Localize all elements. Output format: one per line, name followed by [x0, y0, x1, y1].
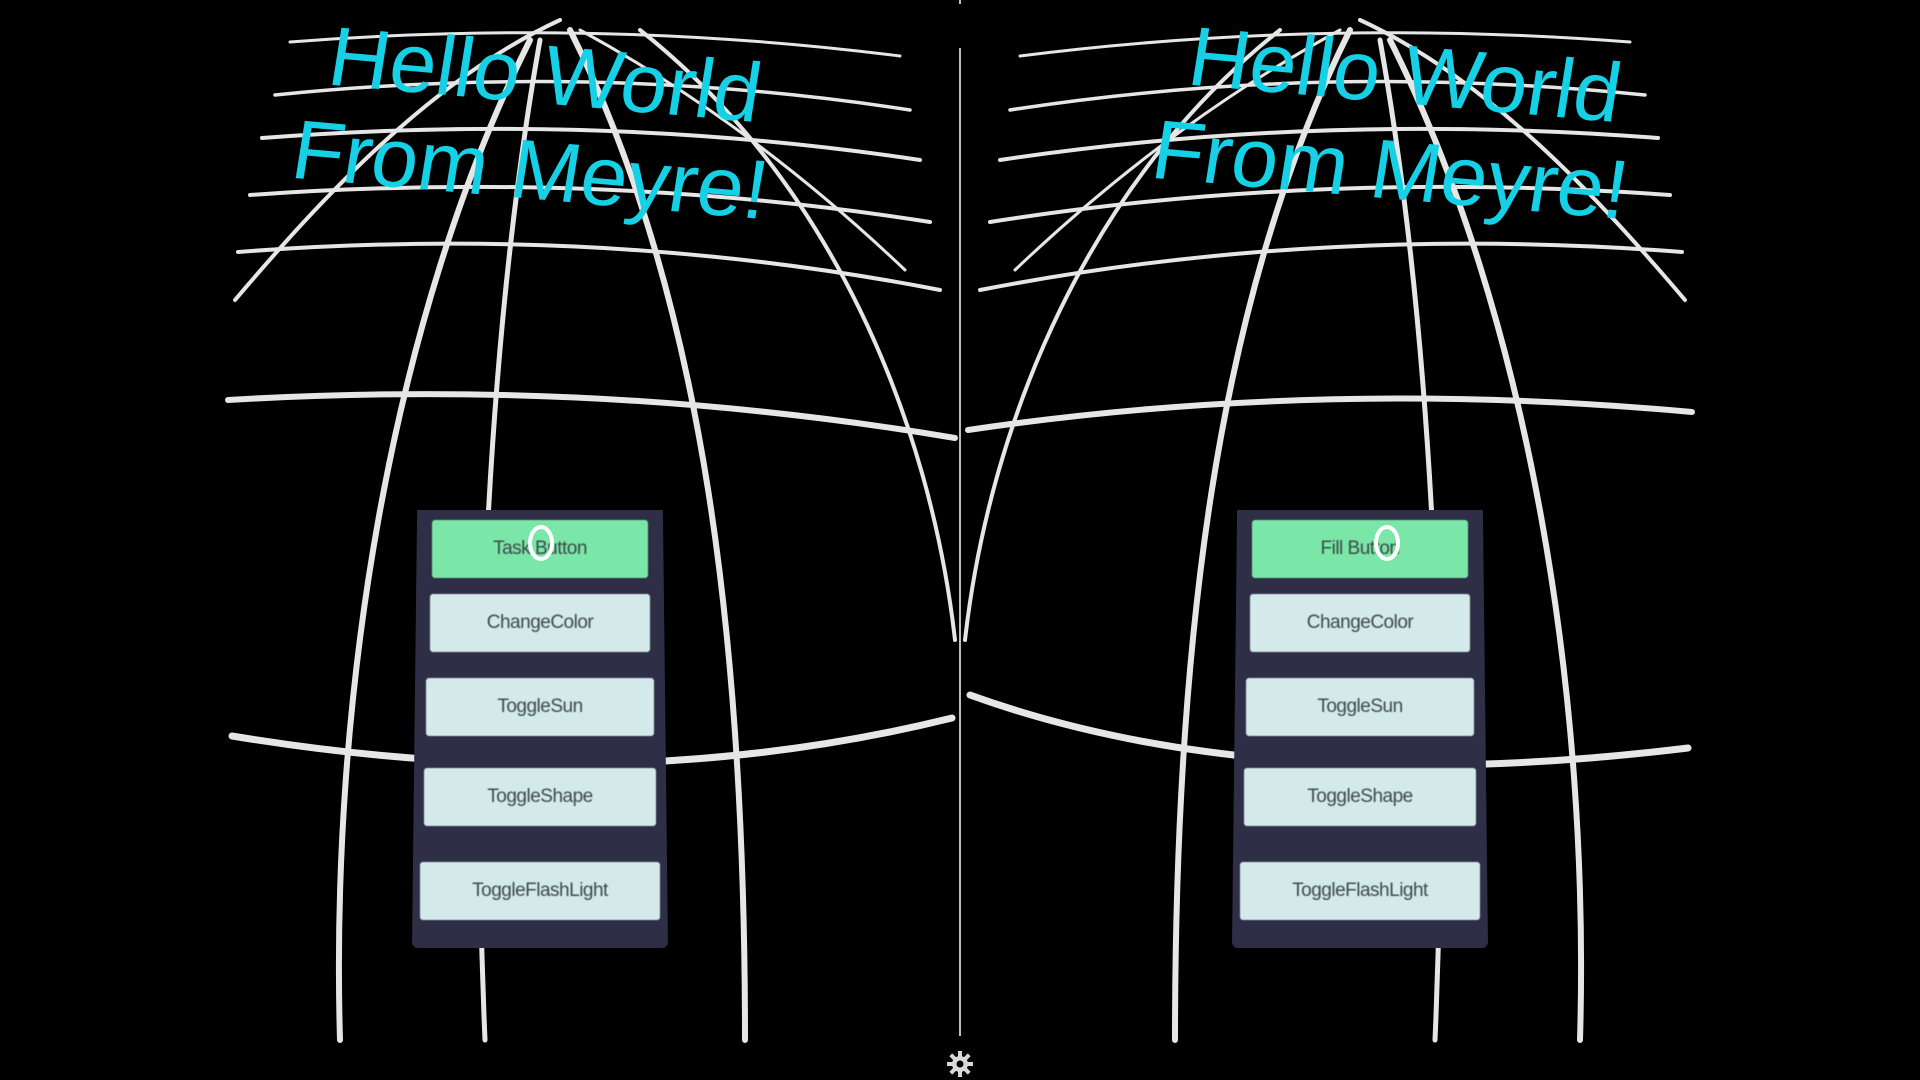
menu-panel: Fill Button ChangeColor ToggleSun Toggle…: [1232, 510, 1488, 948]
gaze-reticle-icon: [528, 525, 554, 561]
left-eye-view: Hello World From Meyre! Task Button Chan…: [0, 0, 960, 1080]
grid-latitude-line: [978, 241, 1684, 292]
gear-icon[interactable]: [946, 1050, 974, 1078]
menu-panel: Task Button ChangeColor ToggleSun Toggle…: [412, 510, 668, 948]
toggle-shape-button[interactable]: ToggleShape: [424, 768, 656, 826]
right-eye-view: Hello World From Meyre! Fill Button Chan…: [960, 0, 1920, 1080]
toggle-flashlight-button[interactable]: ToggleFlashLight: [1240, 862, 1480, 920]
toggle-sun-button[interactable]: ToggleSun: [426, 678, 654, 736]
change-color-button[interactable]: ChangeColor: [1250, 594, 1470, 652]
gaze-reticle-icon: [1374, 525, 1400, 561]
grid-latitude-line: [965, 395, 1695, 433]
toggle-shape-button[interactable]: ToggleShape: [1244, 768, 1476, 826]
grid-latitude-line: [225, 391, 958, 441]
toggle-sun-button[interactable]: ToggleSun: [1246, 678, 1474, 736]
change-color-button[interactable]: ChangeColor: [430, 594, 650, 652]
stereo-divider: [959, 48, 961, 1036]
grid-latitude-line: [236, 241, 942, 292]
vr-stereo-view: Hello World From Meyre! Task Button Chan…: [0, 0, 1920, 1080]
top-notch: [959, 0, 961, 4]
toggle-flashlight-button[interactable]: ToggleFlashLight: [420, 862, 660, 920]
menu-button-1[interactable]: Fill Button: [1252, 520, 1468, 578]
